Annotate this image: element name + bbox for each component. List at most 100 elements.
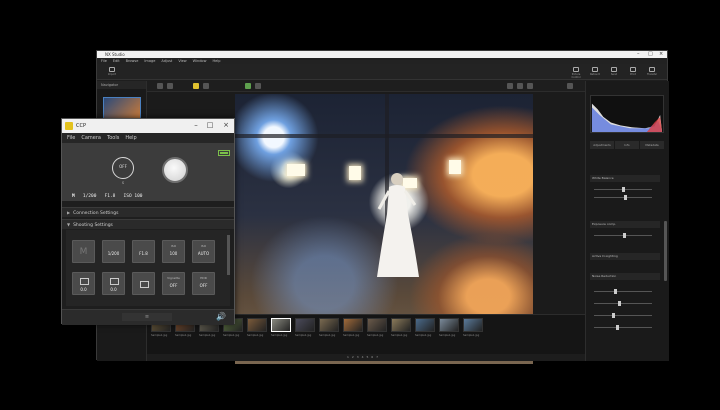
shooting-settings-grid: M 1/200 F1.8 ISO 100 ISO AUTO 0.0 0.0 Vi… [66, 230, 230, 306]
slider[interactable] [594, 195, 652, 200]
close-icon[interactable]: × [659, 51, 663, 58]
slider[interactable] [594, 233, 652, 238]
minimize-icon[interactable]: – [637, 51, 640, 58]
thumbnail-caption: Sample1.jpg [415, 334, 432, 337]
thumbnail-caption: Sample1.jpg [319, 334, 336, 337]
filmstrip-thumbnail[interactable] [415, 318, 435, 332]
tab-info[interactable]: Info [615, 141, 639, 149]
truss-beam [235, 134, 533, 138]
section-noise-reduction[interactable]: Noise Reduction [590, 273, 660, 280]
led-panel-light [449, 160, 461, 174]
exposure-readout: M 1/200 F1.8 ISO 100 [72, 194, 143, 199]
rotate-icon[interactable] [255, 83, 261, 89]
control-scrollbar[interactable] [227, 235, 230, 275]
thumbnail-caption: Sample1.jpg [199, 334, 216, 337]
filmstrip-thumbnail[interactable] [463, 318, 483, 332]
shooting-settings-header[interactable]: ▼ Shooting Settings [62, 219, 234, 229]
slider[interactable] [594, 313, 652, 318]
control-bottom-bar: ≡ 🔊 [62, 309, 234, 325]
right-panel-scrollbar[interactable] [664, 221, 667, 281]
filmstrip-thumbnail[interactable] [247, 318, 267, 332]
auto-iso-button[interactable]: ISO AUTO [192, 240, 215, 263]
connection-settings-header[interactable]: ▶ Connection Settings [62, 207, 234, 217]
protect-icon[interactable] [203, 83, 209, 89]
filmstrip-thumbnail[interactable] [343, 318, 363, 332]
collapse-handle[interactable]: ≡ [122, 313, 172, 321]
section-active-d-lighting[interactable]: Active D-Lighting [590, 253, 660, 260]
thumbnail-caption: Sample1.jpg [295, 334, 312, 337]
battery-icon [218, 150, 230, 156]
main-title-bar: NX Studio – □ × [97, 51, 667, 58]
picture-control-button[interactable]: Picture Control [571, 67, 581, 79]
menu-tools[interactable]: Tools [107, 133, 119, 143]
flash-comp-icon [110, 278, 119, 285]
shutter-speed-button[interactable]: 1/200 [102, 240, 125, 263]
fit-icon[interactable] [567, 83, 573, 89]
slider[interactable] [594, 301, 652, 306]
thumbnail-caption: Sample1.jpg [391, 334, 408, 337]
navigator-thumbnail[interactable] [103, 97, 141, 119]
grid-view-icon[interactable] [527, 83, 533, 89]
import-button[interactable]: Import [107, 67, 117, 77]
menu-file[interactable]: File [67, 133, 75, 143]
section-exposure[interactable]: Exposure comp. [590, 221, 660, 228]
exposure-comp-button[interactable]: 0.0 [72, 272, 95, 295]
compare-view-icon[interactable] [517, 83, 523, 89]
filmstrip-thumbnail[interactable] [439, 318, 459, 332]
thumbnail-caption: Sample1.jpg [271, 334, 288, 337]
print-button[interactable]: Print [628, 67, 638, 77]
section-white-balance[interactable]: White Balance [590, 175, 660, 182]
exposure-mode: M [72, 194, 75, 199]
status-bar: 1 2 3 4 5 6 7 [147, 354, 585, 361]
filmstrip-thumbnail[interactable] [391, 318, 411, 332]
thumbnail-caption: Sample1.jpg [367, 334, 384, 337]
slider[interactable] [594, 289, 652, 294]
menu-help[interactable]: Help [125, 133, 136, 143]
send-button[interactable]: Send [609, 67, 619, 77]
iso-button[interactable]: ISO 100 [162, 240, 185, 263]
maximize-icon[interactable]: □ [204, 119, 216, 133]
hdr-button[interactable]: HDR OFF [192, 272, 215, 295]
metering-button[interactable] [132, 272, 155, 295]
shutter-speed: 1/200 [82, 194, 97, 199]
minimize-icon[interactable]: – [190, 119, 202, 133]
right-panel-tabs: Adjustments Info Metadata [590, 141, 664, 149]
aperture: F1.8 [104, 194, 116, 199]
thumbnail-caption: Sample1.jpg [151, 334, 168, 337]
speaker-icon[interactable]: 🔊 [216, 312, 226, 321]
transfer-button[interactable]: Transfer [647, 67, 657, 77]
tab-adjustments[interactable]: Adjustments [590, 141, 614, 149]
aperture-button[interactable]: F1.8 [132, 240, 155, 263]
vignette-button[interactable]: Vignette OFF [162, 272, 185, 295]
histogram [590, 95, 664, 133]
retouch-icon [592, 67, 598, 72]
single-view-icon[interactable] [507, 83, 513, 89]
retouch-button[interactable]: Retouch [590, 67, 600, 77]
shutter-release-button[interactable] [162, 157, 188, 183]
collapse-arrow-icon: ▼ [67, 222, 71, 227]
slider[interactable] [594, 187, 652, 192]
rating-icon[interactable] [157, 83, 163, 89]
filmstrip-thumbnail[interactable] [295, 318, 315, 332]
bride-figure [377, 173, 419, 277]
exposure-mode-button[interactable]: M [72, 240, 95, 263]
close-icon[interactable]: × [220, 119, 232, 133]
pager[interactable]: 1 2 3 4 5 6 7 [347, 354, 379, 361]
green-label-icon[interactable] [245, 83, 251, 89]
transfer-icon [649, 67, 655, 72]
live-view-toggle[interactable]: OFF S [112, 157, 134, 185]
yellow-label-icon[interactable] [193, 83, 199, 89]
thumbnail-caption: Sample1.jpg [439, 334, 456, 337]
flash-comp-button[interactable]: 0.0 [102, 272, 125, 295]
slider[interactable] [594, 325, 652, 330]
maximize-icon[interactable]: □ [648, 51, 653, 58]
menu-camera[interactable]: Camera [81, 133, 101, 143]
filmstrip-thumbnail[interactable] [319, 318, 339, 332]
tab-metadata[interactable]: Metadata [640, 141, 664, 149]
led-panel-light [287, 164, 305, 176]
filmstrip-thumbnail[interactable] [271, 318, 291, 332]
app-icon [65, 122, 73, 130]
label-icon[interactable] [167, 83, 173, 89]
filmstrip-thumbnail[interactable] [367, 318, 387, 332]
led-panel-light [349, 166, 361, 180]
